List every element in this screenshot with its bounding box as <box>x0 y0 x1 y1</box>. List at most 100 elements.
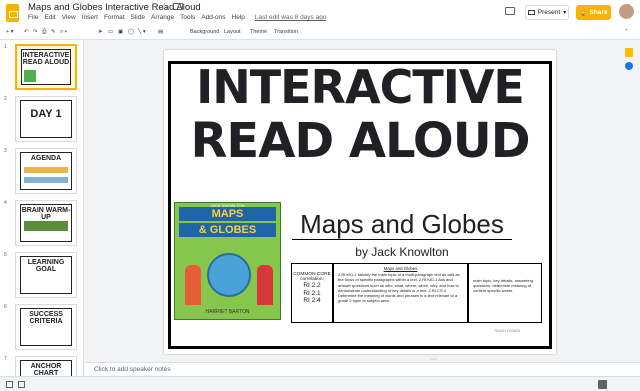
slide-thumbnail-4[interactable]: BRAIN WARM-UP <box>15 200 77 246</box>
slide-credit: TEACH COWAN <box>494 329 521 333</box>
slide-thumbnail-2[interactable]: DAY 1 <box>15 96 77 142</box>
book-illustration <box>185 265 201 305</box>
theme-button[interactable]: Theme <box>250 29 267 35</box>
slide-thumbnail-5[interactable]: LEARNING GOAL <box>15 252 77 298</box>
standard-code: RI 2.4 <box>303 297 321 304</box>
tasks-icon[interactable] <box>625 62 633 70</box>
menu-tools[interactable]: Tools <box>180 14 195 21</box>
focus-skills-box[interactable]: main topic, key details, answering quest… <box>468 263 542 323</box>
keep-icon[interactable] <box>625 48 633 57</box>
toolbar: + ▾ ↶ ↷ ⎙ ✎ ⌕ ▾ ➤ ▭ ▣ ◯ ╲ ▾ ▤ Background… <box>0 26 640 40</box>
slide-title-line2[interactable]: READ ALOUD <box>164 116 556 166</box>
thumb-number: 2 <box>4 96 7 102</box>
slide-title-line1[interactable]: INTERACTIVE <box>164 64 556 110</box>
thumb-graphic <box>24 167 68 173</box>
thumb-frame: BRAIN WARM-UP <box>20 204 72 242</box>
image-icon[interactable]: ▣ <box>118 29 123 35</box>
background-button[interactable]: Background <box>190 29 219 35</box>
bottom-bar <box>0 376 640 391</box>
menu-slide[interactable]: Slide <box>131 14 145 21</box>
print-icon[interactable]: ⎙ <box>42 29 46 36</box>
layout-button[interactable]: Layout <box>224 29 241 35</box>
slides-logo-icon[interactable] <box>6 4 19 22</box>
thumb-title: DAY 1 <box>30 108 62 120</box>
share-label: Share <box>589 9 608 16</box>
last-edit-link[interactable]: Last edit was 8 days ago <box>255 14 327 21</box>
undo-icon[interactable]: ↶ <box>24 29 29 35</box>
thumb-graphic <box>24 177 68 183</box>
slide-thumbnail-6[interactable]: SUCCESS CRITERIA <box>15 304 77 350</box>
menu-view[interactable]: View <box>62 14 76 21</box>
thumb-graphic <box>24 221 68 231</box>
thumb-frame: INTERACTIVE READ ALOUD <box>21 49 71 85</box>
transition-button[interactable]: Transition <box>274 29 298 35</box>
grid-view-icon[interactable] <box>6 381 13 388</box>
book-title-1: MAPS <box>179 207 276 221</box>
comment-add-icon[interactable]: ▤ <box>158 29 163 35</box>
slide-byline[interactable]: by Jack Knowlton <box>292 245 512 259</box>
thumb-title: ANCHOR CHART <box>30 363 62 376</box>
thumb-title: SUCCESS CRITERIA <box>29 311 63 325</box>
standards-description-box[interactable]: Maps and Globes 2.RI.KID.2 Identify the … <box>333 263 468 323</box>
present-icon <box>527 10 535 15</box>
shape-icon[interactable]: ◯ <box>128 29 134 35</box>
standard-code: RI 2.2 <box>303 282 321 289</box>
explore-icon[interactable] <box>598 380 607 389</box>
slide-thumbnail-1[interactable]: INTERACTIVE READ ALOUD <box>15 44 77 90</box>
menu-edit[interactable]: Edit <box>44 14 55 21</box>
folder-icon[interactable] <box>173 3 183 10</box>
menu-format[interactable]: Format <box>104 14 125 21</box>
thumb-frame: ANCHOR CHART <box>20 360 72 376</box>
thumb-frame: SUCCESS CRITERIA <box>20 308 72 346</box>
slide-thumbnail-3[interactable]: AGENDA <box>15 148 77 194</box>
zoom-icon[interactable]: ⌕ ▾ <box>60 29 67 36</box>
box-heading: Maps and Globes <box>383 266 418 271</box>
speaker-notes[interactable]: Click to add speaker notes <box>85 362 640 376</box>
present-label: Present <box>537 9 561 16</box>
standards-label: COMMON CORE correlation: <box>293 272 331 282</box>
share-button[interactable]: 🔒 Share <box>576 5 611 20</box>
box-text: 2.RI.KID.2 Identify the main topic of a … <box>338 272 460 304</box>
book-title-2: & GLOBES <box>179 223 276 237</box>
select-icon[interactable]: ➤ <box>98 29 103 35</box>
menu-help[interactable]: Help <box>232 14 245 21</box>
thumb-number: 1 <box>4 44 7 50</box>
book-cover-image[interactable]: JACK KNOWLTON MAPS & GLOBES HARRIET BART… <box>174 202 281 320</box>
book-cover-icon <box>24 70 36 82</box>
paint-format-icon[interactable]: ✎ <box>51 29 56 35</box>
lock-icon: 🔒 <box>579 9 588 17</box>
title-bar: Maps and Globes Interactive Read Aloud ☆… <box>0 0 640 26</box>
collapse-icon[interactable]: ⌃ <box>624 29 629 35</box>
slide-subtitle[interactable]: Maps and Globes <box>292 210 512 240</box>
thumb-title: LEARNING GOAL <box>27 259 65 273</box>
chevron-down-icon[interactable]: ▾ <box>563 9 566 16</box>
standards-box[interactable]: COMMON CORE correlation: RI 2.2 RI 2.1 R… <box>291 263 333 323</box>
slide-canvas: INTERACTIVE READ ALOUD JACK KNOWLTON MAP… <box>85 40 640 361</box>
thumb-title: AGENDA <box>30 155 62 162</box>
side-panel-icons <box>621 48 640 128</box>
slide[interactable]: INTERACTIVE READ ALOUD JACK KNOWLTON MAP… <box>164 50 556 354</box>
filmstrip-view-icon[interactable] <box>18 381 25 388</box>
menu-arrange[interactable]: Arrange <box>151 14 174 21</box>
menu-addons[interactable]: Add-ons <box>201 14 225 21</box>
thumb-number: 4 <box>4 200 7 206</box>
redo-icon[interactable]: ↷ <box>33 29 38 35</box>
thumb-title: BRAIN WARM-UP <box>21 207 71 221</box>
globe-icon <box>207 253 251 297</box>
thumb-frame: AGENDA <box>20 152 72 190</box>
star-icon[interactable]: ☆ <box>160 2 169 13</box>
comment-icon[interactable] <box>505 7 515 15</box>
menu-insert[interactable]: Insert <box>82 14 98 21</box>
thumb-number: 7 <box>4 356 7 362</box>
slide-thumbnail-7[interactable]: ANCHOR CHART <box>15 356 77 376</box>
avatar[interactable] <box>619 4 634 19</box>
menu-bar: File Edit View Insert Format Slide Arran… <box>28 14 332 21</box>
textbox-icon[interactable]: ▭ <box>108 29 113 35</box>
notes-resize-handle[interactable]: • • • <box>430 356 436 361</box>
thumb-number: 3 <box>4 148 7 154</box>
line-icon[interactable]: ╲ ▾ <box>138 29 146 35</box>
menu-file[interactable]: File <box>28 14 38 21</box>
present-button[interactable]: Present ▾ <box>525 5 569 20</box>
add-slide-icon[interactable]: + ▾ <box>6 29 14 35</box>
slide-filmstrip: 1 INTERACTIVE READ ALOUD 2 DAY 1 3 AGEND… <box>0 40 84 376</box>
